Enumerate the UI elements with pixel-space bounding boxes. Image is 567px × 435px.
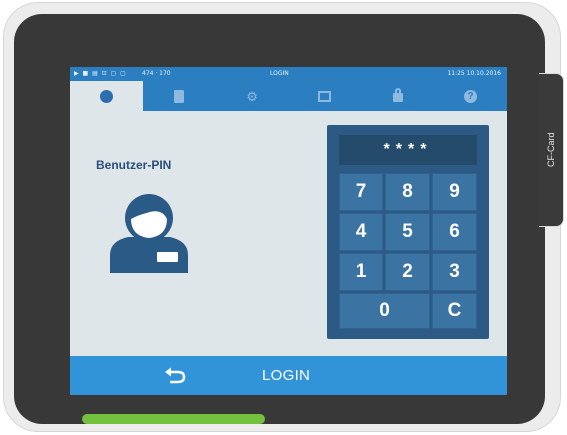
keypad-key-8[interactable]: 8: [385, 173, 430, 211]
statistics-icon: [318, 90, 332, 102]
help-icon: ?: [464, 89, 478, 103]
keypad-key-4[interactable]: 4: [339, 213, 383, 251]
keypad-key-0[interactable]: 0: [339, 293, 430, 329]
touch-screen: ▶ ■ ▤ ⊡ ▢ ▢ 474 · 170 LOGIN 11:25 10.10.…: [70, 67, 507, 395]
status-title: LOGIN: [270, 70, 289, 77]
document-icon: [174, 89, 185, 103]
bottom-bar: LOGIN: [70, 356, 507, 395]
pin-keypad: **** 789 456 1230C: [327, 125, 489, 339]
status-datetime: 11:25 10.10.2016: [447, 70, 501, 77]
back-arrow-icon: [165, 367, 186, 384]
tab-documents[interactable]: [143, 81, 216, 111]
status-icons: ▶ ■ ▤ ⊡ ▢ ▢: [74, 70, 127, 77]
keypad-clear-key[interactable]: C: [432, 293, 477, 329]
tab-lock[interactable]: [361, 81, 434, 111]
tab-login[interactable]: [70, 81, 143, 111]
lock-icon: [392, 88, 403, 102]
keypad-key-9[interactable]: 9: [432, 173, 477, 211]
bottom-title: LOGIN: [262, 367, 311, 384]
tab-statistics[interactable]: [288, 81, 361, 111]
keypad-key-2[interactable]: 2: [385, 253, 430, 291]
keypad-key-6[interactable]: 6: [432, 213, 477, 251]
cf-card-label: CF-Card: [546, 132, 556, 168]
tab-settings[interactable]: ⚙: [216, 81, 289, 111]
pin-display[interactable]: ****: [339, 135, 477, 165]
tab-bar: ⚙ ?: [70, 81, 507, 111]
keypad-key-3[interactable]: 3: [432, 253, 477, 291]
keypad-key-5[interactable]: 5: [385, 213, 430, 251]
tab-help[interactable]: ?: [434, 81, 507, 111]
status-led-bar: [82, 414, 265, 424]
keypad-key-7[interactable]: 7: [339, 173, 383, 211]
keypad-key-1[interactable]: 1: [339, 253, 383, 291]
back-button[interactable]: [162, 364, 190, 388]
login-icon: [99, 89, 113, 103]
settings-icon: ⚙: [246, 88, 258, 104]
status-bar: ▶ ■ ▤ ⊡ ▢ ▢ 474 · 170 LOGIN 11:25 10.10.…: [70, 67, 507, 81]
status-coords: 474 · 170: [142, 70, 171, 77]
pin-label: Benutzer-PIN: [96, 158, 172, 172]
user-avatar-icon: [110, 194, 188, 273]
